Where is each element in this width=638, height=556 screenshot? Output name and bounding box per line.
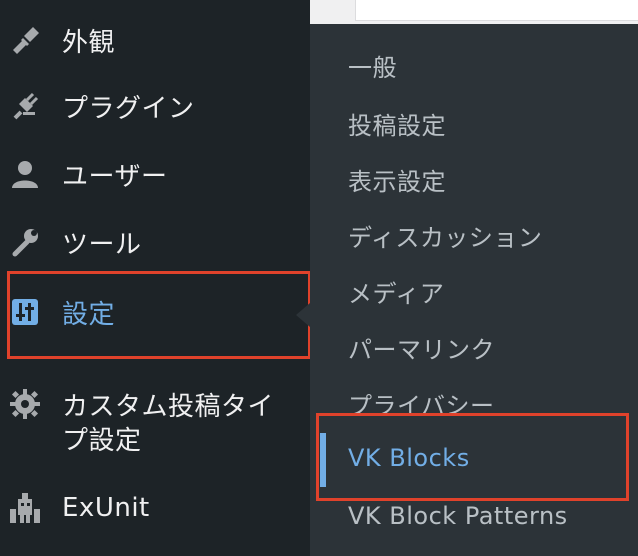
submenu-item-vk-block-patterns[interactable]: VK Block Patterns	[348, 502, 568, 530]
submenu-item-permalinks[interactable]: パーマリンク	[348, 330, 495, 365]
sidebar-item-label: プラグイン	[62, 93, 195, 124]
submenu-item-reading[interactable]: 表示設定	[348, 162, 446, 197]
submenu-item-discussion[interactable]: ディスカッション	[348, 218, 542, 253]
top-content-strip	[310, 0, 638, 24]
sidebar-item-users[interactable]: ユーザー	[0, 152, 310, 196]
settings-sliders-icon	[8, 295, 42, 329]
submenu-item-general[interactable]: 一般	[348, 48, 397, 83]
sidebar-item-label: プ設定	[62, 425, 142, 456]
admin-screen: 外観 プラグイン ユーザー ツール 設定 カスタム投稿タイ プ設定 ExUnit…	[0, 0, 638, 556]
sidebar-item-exunit[interactable]: ExUnit	[0, 486, 310, 530]
submenu-item-media[interactable]: メディア	[348, 274, 444, 309]
sidebar-item-label: ExUnit	[62, 493, 150, 523]
sidebar-item-label: ユーザー	[62, 161, 168, 192]
admin-sidebar: 外観 プラグイン ユーザー ツール 設定 カスタム投稿タイ プ設定 ExUnit	[0, 0, 310, 556]
sidebar-item-label: 外観	[62, 27, 116, 58]
paintbrush-icon	[8, 23, 42, 57]
submenu-active-indicator	[320, 433, 326, 487]
submenu-item-privacy[interactable]: プライバシー	[348, 386, 495, 421]
sidebar-item-appearance[interactable]: 外観	[0, 18, 310, 62]
sidebar-item-tools[interactable]: ツール	[0, 220, 310, 264]
wrench-icon	[8, 225, 42, 259]
plugin-icon	[8, 89, 42, 123]
content-area-edge	[355, 0, 638, 21]
submenu-item-vk-blocks[interactable]: VK Blocks	[348, 444, 470, 472]
sidebar-item-label: ツール	[62, 229, 142, 260]
submenu-pointer-arrow	[296, 303, 310, 327]
exunit-icon	[8, 491, 42, 525]
sidebar-item-settings[interactable]: 設定	[0, 290, 310, 334]
sidebar-item-custom-post-type-line2[interactable]: プ設定	[0, 416, 310, 460]
user-icon	[8, 157, 42, 191]
sidebar-item-label: 設定	[62, 299, 116, 330]
submenu-item-writing[interactable]: 投稿設定	[348, 106, 446, 141]
sidebar-item-plugins[interactable]: プラグイン	[0, 84, 310, 128]
